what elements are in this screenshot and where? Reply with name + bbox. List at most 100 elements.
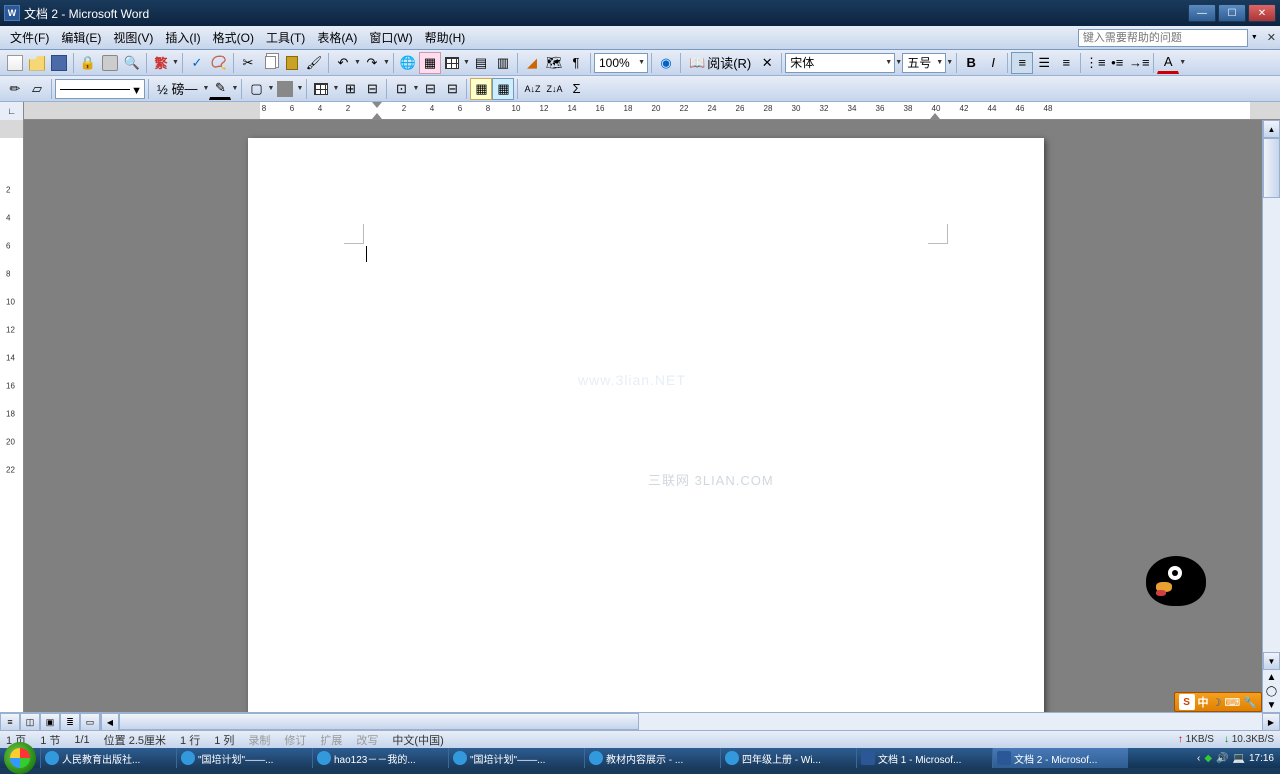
cut-button[interactable]: ✂ <box>237 52 259 74</box>
help-search-input[interactable] <box>1078 29 1248 47</box>
menu-view[interactable]: 视图(V) <box>107 27 159 48</box>
traditional-dropdown-icon[interactable]: ▼ <box>172 59 179 66</box>
hide-gridlines-button[interactable]: ▦ <box>492 78 514 100</box>
align-cells-dropdown-icon[interactable]: ▼ <box>412 85 419 92</box>
line-weight-combo[interactable]: ½ 磅 — <box>152 78 202 100</box>
menu-insert[interactable]: 插入(I) <box>159 27 206 48</box>
border-color-button[interactable]: ✎ <box>209 78 231 100</box>
traditional-button[interactable]: 繁 <box>150 52 172 74</box>
print-button[interactable] <box>99 52 121 74</box>
next-page-button[interactable]: ▼ <box>1263 698 1280 712</box>
redo-button[interactable]: ↷ <box>361 52 383 74</box>
italic-button[interactable]: I <box>982 52 1004 74</box>
ime-keyboard-icon[interactable]: ⌨ <box>1224 696 1240 709</box>
reading-view-button[interactable]: ▭ <box>80 713 100 731</box>
font-dropdown-icon[interactable]: ▼ <box>895 59 902 66</box>
line-weight-dropdown-icon[interactable]: ▼ <box>202 85 209 92</box>
task-2[interactable]: "国培计划"——... <box>176 748 312 768</box>
ime-settings-icon[interactable]: 🔧 <box>1243 696 1257 709</box>
insert-excel-button[interactable]: ▤ <box>470 52 492 74</box>
line-style-combo[interactable]: ▼ <box>55 79 145 99</box>
format-painter-button[interactable]: 🖌 <box>303 52 325 74</box>
web-view-button[interactable]: ◫ <box>20 713 40 731</box>
new-button[interactable] <box>4 52 26 74</box>
size-dropdown-icon[interactable]: ▼ <box>946 59 953 66</box>
ime-lang-label[interactable]: 中 <box>1198 694 1209 710</box>
font-color-dropdown-icon[interactable]: ▼ <box>1179 59 1186 66</box>
menu-format[interactable]: 格式(O) <box>207 27 260 48</box>
bold-button[interactable]: B <box>960 52 982 74</box>
font-color-button[interactable]: A <box>1157 52 1179 74</box>
draw-table-button[interactable]: ✏ <box>4 78 26 100</box>
minimize-button[interactable]: — <box>1188 4 1216 22</box>
first-line-indent-marker[interactable] <box>372 102 382 108</box>
menu-window[interactable]: 窗口(W) <box>363 27 418 48</box>
print-preview-button[interactable]: 🔍 <box>121 52 143 74</box>
align-cells-button[interactable]: ⊡ <box>390 78 412 100</box>
scroll-down-button[interactable]: ▼ <box>1263 652 1280 670</box>
outline-view-button[interactable]: ≣ <box>60 713 80 731</box>
normal-view-button[interactable]: ≡ <box>0 713 20 731</box>
tray-network-icon[interactable]: 💻 <box>1233 753 1245 764</box>
show-marks-button[interactable]: ¶ <box>565 52 587 74</box>
menu-help[interactable]: 帮助(H) <box>419 27 472 48</box>
font-size-combo[interactable]: 五号▼ <box>902 53 946 73</box>
doc-map-button[interactable]: 🗺 <box>543 52 565 74</box>
split-cells-button[interactable]: ⊟ <box>361 78 383 100</box>
ime-brand-icon[interactable]: S <box>1179 694 1195 710</box>
undo-button[interactable]: ↶ <box>332 52 354 74</box>
border-dropdown-icon[interactable]: ▼ <box>267 85 274 92</box>
task-3[interactable]: hao123－－我的... <box>312 748 448 768</box>
menu-tools[interactable]: 工具(T) <box>260 27 311 48</box>
vertical-ruler[interactable]: 246810121416182022 <box>0 120 24 712</box>
close-button[interactable]: ✕ <box>1248 4 1276 22</box>
distribute-rows-button[interactable]: ⊟ <box>419 78 441 100</box>
research-button[interactable]: 📿 <box>208 52 230 74</box>
system-tray[interactable]: ‹ ◆ 🔊 💻 17:16 <box>1191 748 1280 768</box>
copy-button[interactable] <box>259 52 281 74</box>
indent-button[interactable]: →≡ <box>1128 52 1150 74</box>
drawing-button[interactable]: ◢ <box>521 52 543 74</box>
numbered-list-button[interactable]: ⋮≡ <box>1084 52 1106 74</box>
menu-edit[interactable]: 编辑(E) <box>55 27 107 48</box>
open-button[interactable] <box>26 52 48 74</box>
prev-page-button[interactable]: ▲ <box>1263 670 1280 684</box>
task-4[interactable]: "国培计划"——... <box>448 748 584 768</box>
horizontal-scrollbar[interactable]: ◀ ▶ <box>100 713 1280 730</box>
insert-table2-button[interactable] <box>310 78 332 100</box>
scroll-right-button[interactable]: ▶ <box>1262 713 1280 731</box>
ime-toolbar[interactable]: S 中 ☽ ⌨ 🔧 <box>1174 692 1262 712</box>
outside-border-button[interactable]: ▢ <box>245 78 267 100</box>
insert-table-dropdown-icon[interactable]: ▼ <box>463 59 470 66</box>
status-language[interactable]: 中文(中国) <box>392 732 443 748</box>
autoformat-button[interactable]: ▦ <box>470 78 492 100</box>
task-7[interactable]: 文档 1 - Microsof... <box>856 748 992 768</box>
menu-file[interactable]: 文件(F) <box>4 27 55 48</box>
insert-table-button[interactable] <box>441 52 463 74</box>
sort-asc-button[interactable]: A↓Z <box>521 78 543 100</box>
border-color-dropdown-icon[interactable]: ▼ <box>231 85 238 92</box>
distribute-cols-button[interactable]: ⊟ <box>441 78 463 100</box>
save-button[interactable] <box>48 52 70 74</box>
align-right-button[interactable]: ≡ <box>1055 52 1077 74</box>
page[interactable]: www.3lian.NET 三联网 3LIAN.COM <box>248 138 1044 712</box>
right-indent-marker[interactable] <box>930 113 940 119</box>
hscroll-thumb[interactable] <box>119 713 639 730</box>
task-6[interactable]: 四年级上册 - Wi... <box>720 748 856 768</box>
permission-button[interactable]: 🔒 <box>77 52 99 74</box>
vscroll-thumb[interactable] <box>1263 138 1280 198</box>
status-extend[interactable]: 扩展 <box>320 732 342 748</box>
browse-object-button[interactable]: ◯ <box>1263 684 1280 698</box>
tray-clock[interactable]: 17:16 <box>1249 753 1274 764</box>
align-center-button[interactable]: ☰ <box>1033 52 1055 74</box>
scroll-left-button[interactable]: ◀ <box>101 713 119 731</box>
tray-sound-icon[interactable]: 🔊 <box>1216 753 1228 764</box>
merge-cells-button[interactable]: ⊞ <box>339 78 361 100</box>
spellcheck-button[interactable]: ✓ <box>186 52 208 74</box>
sort-desc-button[interactable]: Z↓A <box>543 78 565 100</box>
paste-button[interactable] <box>281 52 303 74</box>
undo-dropdown-icon[interactable]: ▼ <box>354 59 361 66</box>
status-record[interactable]: 录制 <box>248 732 270 748</box>
start-button[interactable] <box>4 742 36 774</box>
ime-moon-icon[interactable]: ☽ <box>1212 696 1222 709</box>
